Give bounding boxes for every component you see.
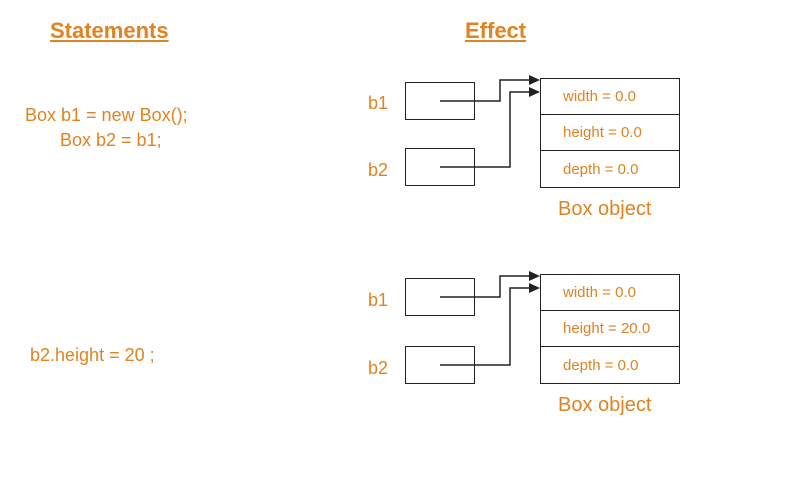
- row2-obj-height: height = 20.0: [541, 311, 679, 347]
- row2-b1-refbox: [405, 278, 475, 316]
- row2-box-caption: Box object: [558, 394, 651, 417]
- arrows-overlay: [0, 0, 791, 503]
- heading-effect: Effect: [465, 18, 526, 44]
- row1-obj-depth: depth = 0.0: [541, 151, 679, 187]
- row2-obj-width: width = 0.0: [541, 275, 679, 311]
- row2-code-line1: b2.height = 20 ;: [30, 345, 155, 366]
- heading-statements: Statements: [50, 18, 169, 44]
- row1-b2-label: b2: [368, 160, 388, 181]
- row1-code-line1: Box b1 = new Box();: [25, 105, 188, 126]
- row1-box-caption: Box object: [558, 198, 651, 221]
- row1-obj-width: width = 0.0: [541, 79, 679, 115]
- row1-code-line2: Box b2 = b1;: [60, 130, 162, 151]
- row2-b2-refbox: [405, 346, 475, 384]
- row1-obj-height: height = 0.0: [541, 115, 679, 151]
- row2-object-box: width = 0.0 height = 20.0 depth = 0.0: [540, 274, 680, 384]
- row2-b1-label: b1: [368, 290, 388, 311]
- row2-b2-label: b2: [368, 358, 388, 379]
- row1-b2-refbox: [405, 148, 475, 186]
- row1-b1-label: b1: [368, 93, 388, 114]
- row2-obj-depth: depth = 0.0: [541, 347, 679, 383]
- row1-object-box: width = 0.0 height = 0.0 depth = 0.0: [540, 78, 680, 188]
- row1-b1-refbox: [405, 82, 475, 120]
